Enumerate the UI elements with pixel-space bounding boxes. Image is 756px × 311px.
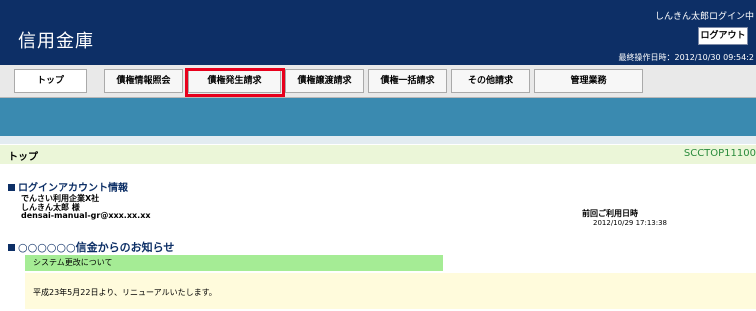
screen-id: SCCTOP11100 bbox=[683, 148, 756, 159]
tab-bar: トップ 債権情報照会 債権発生請求 債権譲渡請求 債権一括請求 その他請求 管理… bbox=[0, 65, 756, 98]
brand-title: 信用金庫 bbox=[18, 31, 94, 52]
notice-section-title: ○○○○○○信金からのお知らせ bbox=[8, 239, 174, 255]
last-operation-time: 最終操作日時：2012/10/30 09:54:2 bbox=[618, 53, 755, 62]
square-bullet-icon bbox=[8, 184, 15, 191]
notice-heading: システム更改について bbox=[25, 255, 443, 271]
tab-claim-batch-request[interactable]: 債権一括請求 bbox=[368, 69, 447, 93]
notice-text: 平成23年5月22日より、リニューアルいたします。 bbox=[33, 288, 217, 297]
header: 信用金庫 しんきん太郎ログイン中 ログアウト 最終操作日時：2012/10/30… bbox=[0, 0, 756, 65]
user-email: densai-manual-gr@xxx.xx.xx bbox=[21, 211, 151, 220]
tab-claim-issuance-request[interactable]: 債権発生請求 bbox=[188, 69, 281, 93]
tab-other-request[interactable]: その他請求 bbox=[451, 69, 530, 93]
tab-claim-inquiry[interactable]: 債権情報照会 bbox=[104, 69, 183, 93]
page-title: トップ bbox=[8, 152, 38, 163]
login-user-status: しんきん太郎ログイン中 bbox=[654, 12, 754, 22]
square-bullet-icon bbox=[8, 244, 15, 251]
account-section-title: ログインアカウント情報 bbox=[8, 179, 128, 194]
page-title-bar: トップ SCCTOP11100 bbox=[0, 145, 756, 164]
tab-admin[interactable]: 管理業務 bbox=[534, 69, 643, 93]
tab-claim-transfer-request[interactable]: 債権譲渡請求 bbox=[285, 69, 364, 93]
sub-band bbox=[0, 136, 756, 144]
logout-button[interactable]: ログアウト bbox=[698, 27, 748, 45]
last-use-label: 前回ご利用日時 bbox=[582, 209, 638, 218]
tab-top[interactable]: トップ bbox=[14, 69, 87, 93]
menu-band bbox=[0, 98, 756, 136]
last-use-value: 2012/10/29 17:13:38 bbox=[593, 219, 668, 227]
notice-body: 平成23年5月22日より、リニューアルいたします。 bbox=[25, 273, 756, 309]
notice-section-label: ○○○○○○信金からのお知らせ bbox=[18, 241, 175, 254]
